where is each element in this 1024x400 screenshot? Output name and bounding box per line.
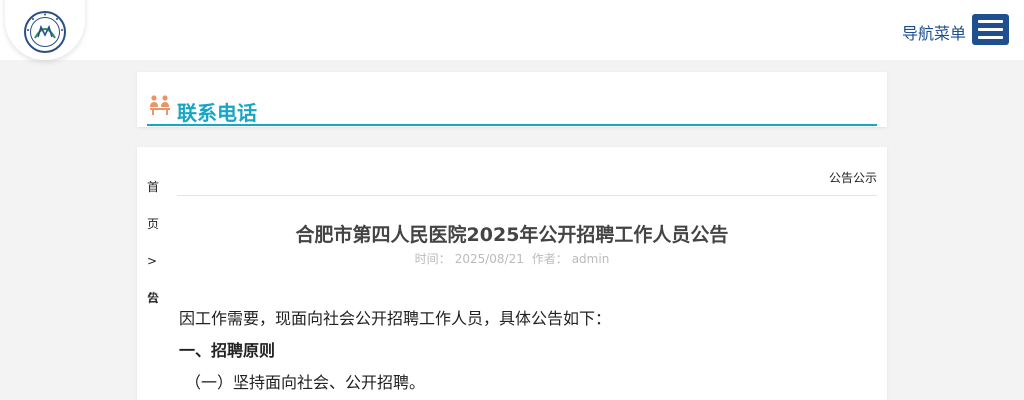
nav-menu-label[interactable]: 导航菜单 bbox=[902, 20, 966, 44]
author-label: 作者： bbox=[531, 252, 568, 266]
article-title: 合肥市第四人民医院2025年公开招聘工作人员公告 bbox=[295, 224, 729, 246]
article-paragraph: （一）坚持面向社会、公开招聘。 bbox=[185, 373, 426, 392]
breadcrumb-home-1[interactable]: 首 bbox=[147, 169, 169, 206]
section-underline bbox=[147, 124, 877, 126]
hospital-logo-icon bbox=[24, 11, 66, 53]
article-meta: 时间： 2025/08/21 作者： admin bbox=[137, 250, 887, 267]
hamburger-menu-icon bbox=[978, 20, 1003, 23]
breadcrumb-notice-2[interactable]: 告 bbox=[147, 280, 169, 317]
article-heading: 一、招聘原则 bbox=[179, 341, 276, 360]
breadcrumb-divider bbox=[177, 195, 877, 196]
section-header-card: 联系电话 bbox=[137, 72, 887, 127]
top-bar: 导航菜单 bbox=[0, 0, 1024, 60]
category-link[interactable]: 公告公示 bbox=[829, 169, 877, 186]
section-title: 联系电话 bbox=[177, 101, 257, 125]
hamburger-menu-button[interactable] bbox=[972, 14, 1009, 45]
people-icon bbox=[150, 95, 170, 115]
article-paragraph: 因工作需要，现面向社会公开招聘工作人员，具体公告如下： bbox=[179, 309, 612, 328]
time-value: 2025/08/21 bbox=[454, 252, 524, 266]
article-card: 首 页 >公 告 公告公示 合肥市第四人民医院2025年公开招聘工作人员公告 时… bbox=[137, 147, 887, 400]
site-logo[interactable] bbox=[5, 0, 85, 60]
author-value: admin bbox=[571, 252, 610, 266]
time-label: 时间： bbox=[414, 252, 451, 266]
